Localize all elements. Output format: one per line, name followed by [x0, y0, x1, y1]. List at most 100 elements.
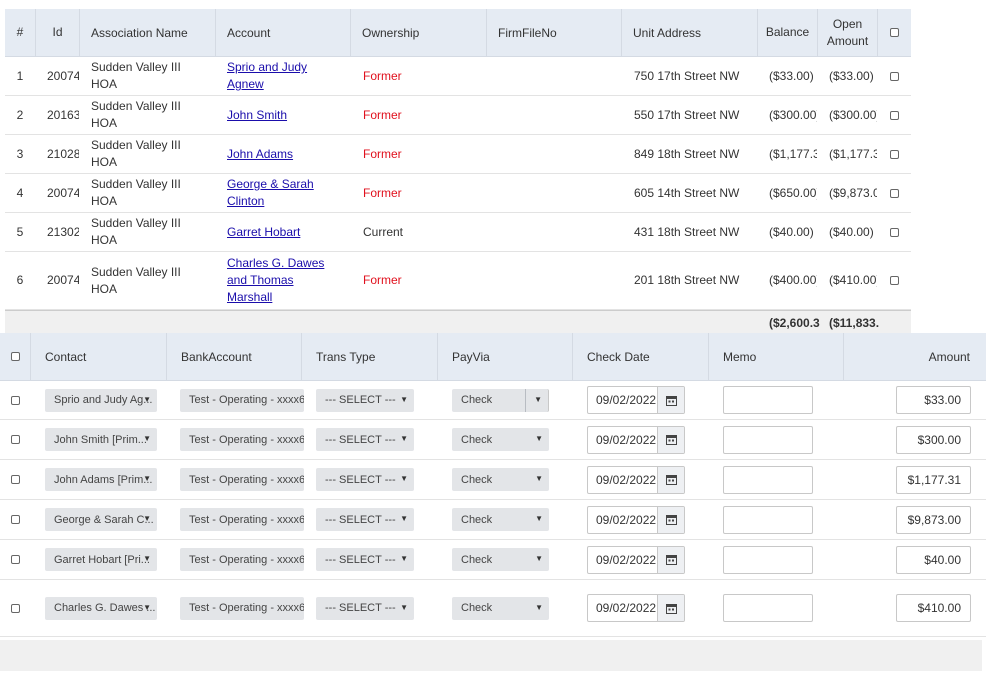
trans-type-select[interactable]: --- SELECT --- ▼	[316, 548, 414, 571]
row-checkbox[interactable]	[889, 71, 899, 81]
account-link-line1: Sprio and Judy	[227, 60, 308, 74]
chevron-down-icon: ▼	[535, 602, 543, 612]
bank-account-select[interactable]: Test - Operating - xxxx67	[180, 468, 304, 491]
account-link[interactable]: John Smith	[227, 107, 287, 124]
memo-input[interactable]	[723, 505, 813, 534]
col-header-open-amount[interactable]: Open Amount	[817, 9, 877, 56]
row-checkbox[interactable]	[889, 110, 899, 120]
col-header-firmfile[interactable]: FirmFileNo	[486, 9, 621, 56]
pay-via-select[interactable]: Check ▼	[452, 596, 549, 620]
check-date-input[interactable]: 09/02/2022	[587, 594, 685, 622]
col-header-trans-type[interactable]: Trans Type	[301, 333, 437, 380]
col-header-contact[interactable]: Contact	[30, 333, 166, 380]
row-checkbox[interactable]	[889, 227, 899, 237]
payment-row-checkbox[interactable]	[10, 515, 20, 524]
contact-select[interactable]: John Smith [Prim... ▼	[45, 428, 157, 451]
memo-input[interactable]	[723, 594, 813, 622]
open-amount: ($9,873.0	[829, 185, 877, 200]
payment-row-checkbox[interactable]	[10, 395, 20, 405]
bank-account-select[interactable]: Test - Operating - xxxx67	[180, 428, 304, 451]
firm-file-no	[498, 57, 618, 95]
amount-input[interactable]: $300.00	[896, 425, 971, 454]
bank-account-select[interactable]: Test - Operating - xxxx67	[180, 548, 304, 571]
amount-input[interactable]: $1,177.31	[896, 465, 971, 494]
bank-account-select[interactable]: Test - Operating - xxxx67	[180, 388, 304, 412]
col-header-memo[interactable]: Memo	[708, 333, 843, 380]
col-header-balance[interactable]: Balance	[757, 9, 817, 56]
bank-account-select[interactable]: Test - Operating - xxxx67	[180, 508, 304, 531]
pay-via-select[interactable]: Check ▼	[452, 468, 549, 491]
contact-select[interactable]: George & Sarah C... ▼	[45, 508, 157, 531]
memo-input[interactable]	[723, 425, 813, 454]
col-header-pay-via[interactable]: PayVia	[437, 333, 572, 380]
calendar-icon[interactable]	[657, 595, 684, 621]
association-name: Sudden Valley III HOA	[91, 57, 211, 95]
check-date-input[interactable]: 09/02/2022	[587, 465, 685, 494]
account-link[interactable]: John Adams	[227, 146, 293, 163]
col-header-check-date[interactable]: Check Date	[572, 333, 708, 380]
trans-type-select[interactable]: --- SELECT --- ▼	[316, 428, 414, 451]
memo-input[interactable]	[723, 465, 813, 494]
bank-account-select[interactable]: Test - Operating - xxxx67	[180, 596, 304, 620]
calendar-icon[interactable]	[657, 426, 684, 453]
check-date-input[interactable]: 09/02/2022	[587, 386, 685, 414]
check-date-input[interactable]: 09/02/2022	[587, 425, 685, 454]
memo-input[interactable]	[723, 545, 813, 574]
account-link-line1: John Adams	[227, 146, 294, 161]
calendar-icon[interactable]	[657, 506, 684, 533]
amount-input[interactable]: $9,873.00	[896, 505, 971, 534]
row-checkbox[interactable]	[889, 276, 899, 285]
row-checkbox[interactable]	[889, 188, 899, 198]
chevron-down-icon: ▼	[400, 514, 408, 523]
amount-input[interactable]: $410.00	[896, 594, 971, 622]
row-id: 21302	[47, 224, 79, 239]
amount-input[interactable]: $40.00	[896, 545, 971, 574]
contact-select[interactable]: John Adams [Prim... ▼	[45, 468, 157, 491]
unit-address: 750 17th Street NW	[634, 68, 740, 83]
check-date-input[interactable]: 09/02/2022	[587, 545, 685, 574]
trans-type-select[interactable]: --- SELECT --- ▼	[316, 388, 414, 412]
payments-select-all-checkbox[interactable]	[10, 352, 20, 361]
payment-row-checkbox[interactable]	[10, 435, 20, 444]
pay-via-select[interactable]: Check ▼	[452, 548, 549, 571]
col-header-unit-address[interactable]: Unit Address	[621, 9, 757, 56]
col-header-association[interactable]: Association Name	[79, 9, 215, 56]
payment-row-checkbox[interactable]	[10, 603, 20, 613]
calendar-icon[interactable]	[657, 546, 684, 573]
col-header-ownership[interactable]: Ownership	[350, 9, 486, 56]
amount-input[interactable]: $33.00	[896, 386, 971, 414]
association-name-line1: Sudden Valley III	[91, 99, 181, 113]
col-header-amount[interactable]: Amount	[843, 333, 982, 380]
check-date-input[interactable]: 09/02/2022	[587, 505, 685, 534]
association-name: Sudden Valley III HOA	[91, 174, 211, 212]
col-header-account[interactable]: Account	[215, 9, 350, 56]
contact-select[interactable]: Garret Hobart [Pri... ▼	[45, 548, 157, 571]
account-link[interactable]: George & Sarah Clinton	[227, 176, 314, 210]
pay-via-select[interactable]: Check ▼	[452, 428, 549, 451]
payment-row-checkbox[interactable]	[10, 475, 20, 484]
memo-input[interactable]	[723, 386, 813, 414]
row-checkbox[interactable]	[889, 149, 899, 159]
account-link[interactable]: Charles G. Dawes and Thomas Marshall	[227, 255, 324, 306]
trans-type-select[interactable]: --- SELECT --- ▼	[316, 508, 414, 531]
payments-select-all-cell	[0, 333, 30, 380]
account-link[interactable]: Sprio and Judy Agnew	[227, 59, 307, 93]
contact-select[interactable]: Charles G. Dawes ... ▼	[45, 596, 157, 620]
calendar-icon[interactable]	[657, 387, 684, 413]
ownership-status: Current	[363, 224, 404, 239]
col-header-id[interactable]: Id	[35, 9, 79, 56]
pay-via-select[interactable]: Check ▼	[452, 508, 549, 531]
bank-account-select-value: Test - Operating - xxxx67	[189, 473, 304, 486]
pay-via-select[interactable]: Check ▼	[452, 388, 549, 412]
row-number: 1	[16, 68, 24, 83]
trans-type-select[interactable]: --- SELECT --- ▼	[316, 468, 414, 491]
payment-row-checkbox[interactable]	[10, 555, 20, 564]
trans-type-select[interactable]: --- SELECT --- ▼	[316, 596, 414, 620]
col-header-bank-account[interactable]: BankAccount	[166, 333, 301, 380]
select-all-checkbox[interactable]	[890, 28, 899, 37]
chevron-down-icon: ▼	[143, 434, 151, 443]
calendar-icon[interactable]	[657, 466, 684, 493]
pay-via-select-value: Check	[461, 394, 493, 406]
account-link[interactable]: Garret Hobart	[227, 224, 300, 241]
contact-select[interactable]: Sprio and Judy Ag... ▼	[45, 388, 157, 412]
